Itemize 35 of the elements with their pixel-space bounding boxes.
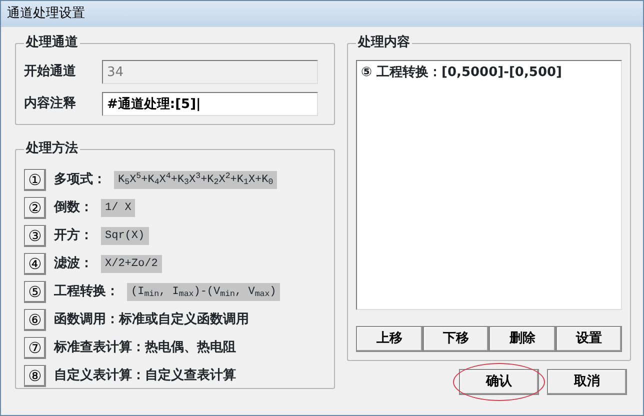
formula-text: K$_{5}$X$^{5}$+K$_{4}$X$^{4}$+K$_{3}$X$^{3}$+K$_{2}$X$^{2}$+K$_{1}$X+K$_{0}$ (114, 170, 278, 190)
input-field[interactable]: #通道处理:[5]| (102, 92, 318, 116)
method-label: 开方： (54, 226, 93, 246)
formula-text: Sqr(X) (101, 226, 149, 246)
action-button[interactable]: 设置 (556, 326, 622, 352)
method-button[interactable]: ① (24, 169, 46, 191)
method-button[interactable]: ⑧ (24, 365, 46, 387)
method-button[interactable]: ⑤ (24, 281, 46, 303)
field-label: 内容注释 (24, 94, 77, 114)
method-label: 自定义表计算：自定义查表计算 (54, 366, 236, 386)
list-item[interactable]: ⑤ 工程转换：[0,5000]-[0,500] (361, 63, 617, 82)
action-button[interactable]: 下移 (422, 326, 489, 352)
method-button[interactable]: ⑦ (24, 337, 46, 359)
action-button[interactable]: 删除 (489, 326, 556, 352)
method-label: 函数调用：标准或自定义函数调用 (54, 310, 249, 330)
method-label: 工程转换： (54, 283, 119, 302)
method-label: 倒数： (54, 199, 93, 218)
window-title: 通道处理设置 (1, 1, 643, 27)
method-button[interactable]: ④ (24, 253, 46, 275)
formula-text: (I$_{min}$, I$_{max}$)-(V$_{min}$, V$_{max}$) (127, 282, 280, 302)
group-title: 处理方法 (24, 141, 80, 157)
group-title: 处理通道 (24, 35, 80, 51)
formula-text: 1/ X (101, 198, 136, 218)
method-label: 标准查表计算：热电偶、热电阻 (54, 339, 236, 358)
method-button[interactable]: ⑥ (24, 309, 46, 331)
formula-text: X/2+Zo/2 (101, 254, 162, 274)
method-label: 滤波： (54, 255, 93, 274)
method-label: 多项式： (54, 171, 106, 190)
method-button[interactable]: ② (24, 197, 46, 219)
action-button[interactable]: 上移 (356, 326, 422, 352)
dialog-button[interactable]: 确认 (459, 369, 539, 395)
method-button[interactable]: ③ (24, 225, 46, 247)
field-label: 开始通道 (24, 63, 77, 82)
group-title: 处理内容 (356, 35, 412, 51)
dialog-button[interactable]: 取消 (547, 369, 627, 395)
